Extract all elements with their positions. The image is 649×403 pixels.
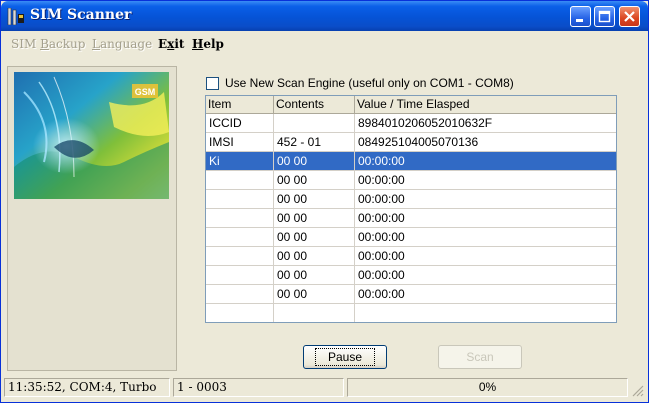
table-row[interactable]: 00 00 00:00:00 — [206, 171, 616, 190]
cell-item — [206, 304, 274, 322]
pause-button[interactable]: Pause — [303, 345, 387, 369]
sim-scanner-app-icon — [7, 8, 24, 25]
cell-value: 00:00:00 — [358, 268, 405, 282]
table-row[interactable]: 00 00 00:00:00 — [206, 228, 616, 247]
title-bar[interactable]: SIM Scanner — [1, 1, 648, 31]
status-counter: 1 - 0003 — [173, 378, 344, 397]
cell-item: IMSI — [206, 133, 274, 152]
table-row[interactable] — [206, 304, 616, 322]
table-row[interactable]: ICCID 8984010206052010632F — [206, 114, 616, 133]
menu-sim-backup[interactable]: SIM Backup — [11, 37, 85, 51]
results-table[interactable]: Item Contents Value / Time Elasped ICCID… — [205, 95, 617, 323]
new-scan-engine-label: Use New Scan Engine (useful only on COM1… — [225, 76, 514, 90]
cell-contents: 00 00 — [274, 228, 355, 247]
maximize-button[interactable] — [594, 6, 615, 27]
menu-exit[interactable]: Exit — [158, 37, 184, 51]
column-header-value[interactable]: Value / Time Elasped — [355, 96, 616, 113]
cell-value: 00:00:00 — [358, 249, 405, 263]
close-button[interactable] — [619, 6, 640, 27]
cell-contents: 00 00 — [274, 285, 355, 304]
table-row[interactable]: IMSI 452 - 01 084925104005070136 — [206, 133, 616, 152]
cell-item: ICCID — [206, 114, 274, 133]
cell-value: 00:00:00 — [358, 287, 405, 301]
status-time-port: 11:35:52, COM:4, Turbo — [4, 378, 170, 397]
cell-item — [206, 285, 274, 304]
new-scan-engine-checkbox[interactable] — [206, 77, 219, 90]
cell-item — [206, 209, 274, 228]
cell-contents: 00 00 — [274, 266, 355, 285]
cell-contents: 00 00 — [274, 190, 355, 209]
cell-value: 00:00:00 — [358, 192, 405, 206]
progress-bar: 0% — [347, 378, 628, 397]
sim-card-image: GSM — [14, 72, 169, 199]
minimize-button[interactable] — [570, 6, 591, 27]
cell-value: 00:00:00 — [358, 173, 405, 187]
gsm-badge: GSM — [135, 87, 156, 97]
scan-button[interactable]: Scan — [438, 345, 522, 369]
status-bar: 11:35:52, COM:4, Turbo 1 - 0003 0% — [2, 376, 647, 401]
window-title: SIM Scanner — [30, 7, 132, 23]
menu-help[interactable]: Help — [192, 37, 224, 51]
cell-item: Ki — [206, 152, 274, 171]
cell-item — [206, 171, 274, 190]
maximize-icon — [598, 10, 611, 23]
menu-language[interactable]: Language — [92, 37, 152, 51]
menu-bar: SIM Backup Language Exit Help — [2, 34, 647, 54]
cell-item — [206, 228, 274, 247]
cell-contents: 452 - 01 — [274, 133, 355, 152]
progress-label: 0% — [478, 380, 497, 394]
column-header-item[interactable]: Item — [206, 96, 274, 113]
minimize-icon — [576, 19, 583, 22]
table-header: Item Contents Value / Time Elasped — [206, 96, 616, 114]
cell-item — [206, 266, 274, 285]
table-row[interactable]: 00 00 00:00:00 — [206, 247, 616, 266]
cell-value — [355, 304, 616, 322]
table-row[interactable]: 00 00 00:00:00 — [206, 266, 616, 285]
cell-contents — [274, 304, 355, 322]
cell-value: 8984010206052010632F — [358, 116, 493, 130]
cell-value: 084925104005070136 — [358, 135, 479, 149]
resize-grip-icon[interactable] — [631, 384, 645, 398]
cell-contents: 00 00 — [274, 247, 355, 266]
close-icon — [624, 11, 635, 22]
cell-value: 00:00:00 — [358, 154, 405, 168]
cell-contents: 00 00 — [274, 209, 355, 228]
main-window: SIM Scanner SIM Backup Language Exit Hel… — [0, 0, 649, 403]
table-row[interactable]: 00 00 00:00:00 — [206, 285, 616, 304]
cell-contents: 00 00 — [274, 171, 355, 190]
cell-contents — [274, 114, 355, 133]
cell-value: 00:00:00 — [358, 230, 405, 244]
table-row[interactable]: Ki 00 00 00:00:00 — [206, 152, 616, 171]
cell-item — [206, 247, 274, 266]
cell-contents: 00 00 — [274, 152, 355, 171]
cell-item — [206, 190, 274, 209]
table-row[interactable]: 00 00 00:00:00 — [206, 209, 616, 228]
table-row[interactable]: 00 00 00:00:00 — [206, 190, 616, 209]
column-header-contents[interactable]: Contents — [274, 96, 355, 113]
cell-value: 00:00:00 — [358, 211, 405, 225]
